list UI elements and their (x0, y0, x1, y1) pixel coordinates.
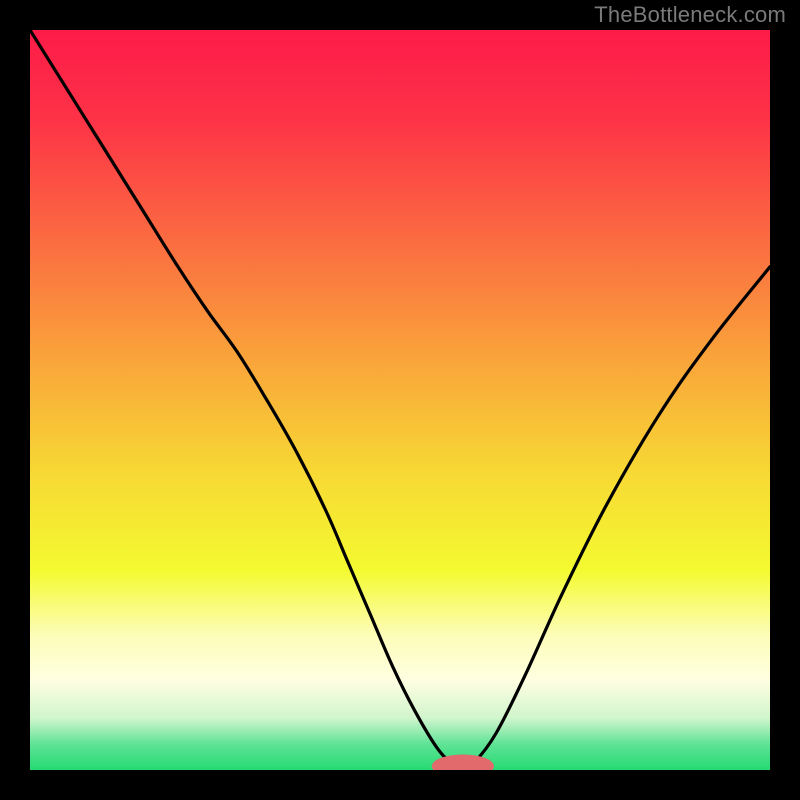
chart-container: TheBottleneck.com (0, 0, 800, 800)
bottleneck-chart (30, 30, 770, 770)
plot-area (30, 30, 770, 770)
gradient-background (30, 30, 770, 770)
watermark-label: TheBottleneck.com (594, 2, 786, 28)
